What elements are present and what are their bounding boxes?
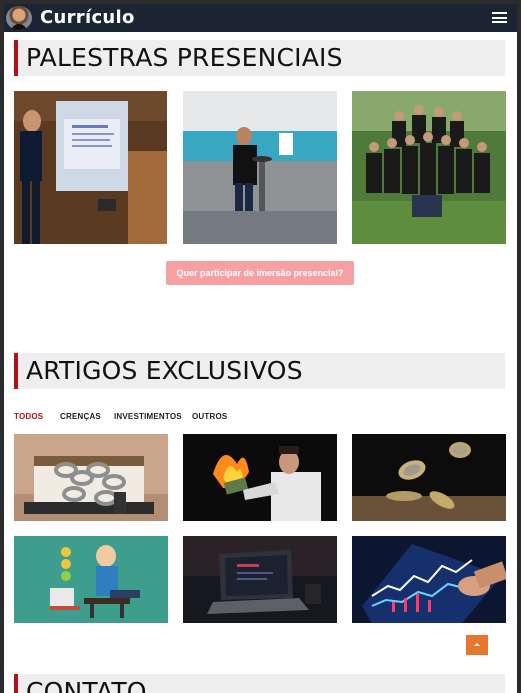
- section-header-contato: CONTATO: [14, 674, 505, 693]
- article-thumb-coins[interactable]: [352, 434, 506, 521]
- article-thumb-trading-tablet[interactable]: [352, 536, 506, 623]
- lecture-photo-3[interactable]: [352, 91, 506, 244]
- article-thumb-burning-money[interactable]: [183, 434, 337, 521]
- presential-immersion-button[interactable]: Quer participar de imersão presencial?: [166, 261, 354, 285]
- filter-tab-outros[interactable]: OUTROS: [192, 412, 227, 421]
- brand-title[interactable]: Currículo: [40, 7, 135, 28]
- section-title-artigos: ARTIGOS EXCLUSIVOS: [26, 356, 303, 385]
- filter-tab-crencas[interactable]: CRENÇAS: [60, 412, 101, 421]
- section-title-contato: CONTATO: [26, 677, 147, 693]
- section-header-palestras: PALESTRAS PRESENCIAIS: [14, 40, 505, 76]
- article-thumb-relaxed-investor[interactable]: [14, 536, 168, 623]
- lecture-photo-2[interactable]: [183, 91, 337, 244]
- filter-tab-investimentos[interactable]: INVESTIMENTOS: [114, 412, 182, 421]
- section-header-artigos: ARTIGOS EXCLUSIVOS: [14, 353, 505, 389]
- section-title-palestras: PALESTRAS PRESENCIAIS: [26, 43, 343, 72]
- page: Currículo PALESTRAS PRESENCIAIS Quer par…: [4, 4, 517, 693]
- article-thumb-dark-laptop[interactable]: [183, 536, 337, 623]
- filter-tab-todos[interactable]: TODOS: [14, 412, 43, 421]
- article-thumb-chained-laptop[interactable]: [14, 434, 168, 521]
- lecture-photo-1[interactable]: [14, 91, 167, 244]
- back-to-top-button[interactable]: [466, 635, 488, 655]
- hamburger-menu-icon[interactable]: [492, 12, 507, 23]
- top-navbar: Currículo: [4, 4, 517, 32]
- avatar[interactable]: [6, 6, 32, 30]
